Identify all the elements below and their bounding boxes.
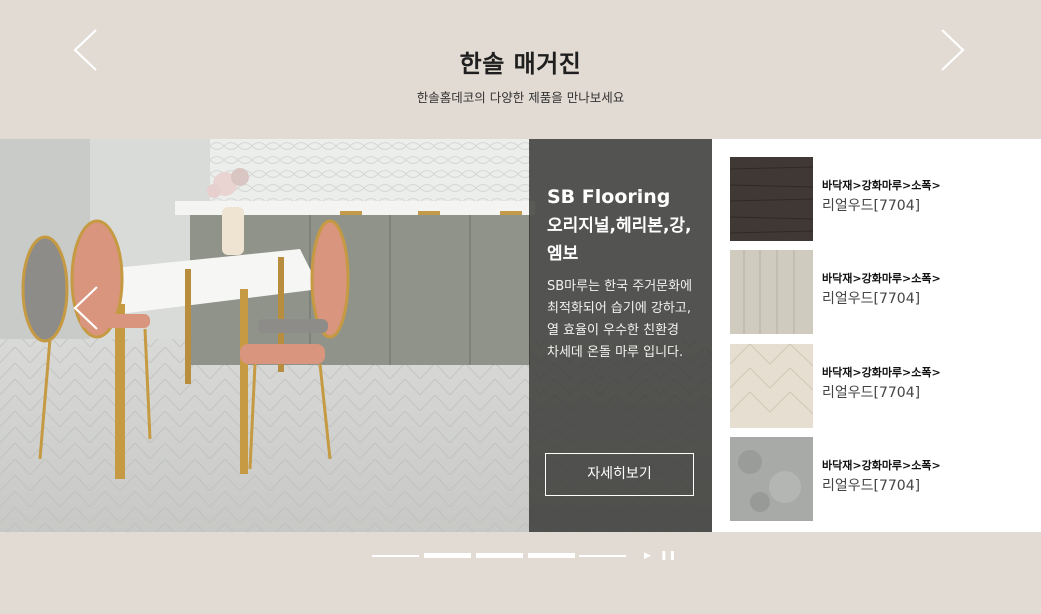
product-swatch (730, 157, 813, 241)
product-name: 리얼우드[7704] (822, 198, 921, 214)
slide-pagination: ▶ ❚❚ (372, 551, 676, 563)
product-item[interactable]: 바닥재>강화마루>소폭> 리얼우드[7704] (730, 157, 1030, 241)
slide-indicator[interactable] (424, 553, 471, 558)
hero-subtitle: 오리지널,헤리본,강,엠보 (547, 216, 692, 264)
product-category: 바닥재>강화마루>소폭> (822, 366, 941, 379)
hero-prev-arrow-icon[interactable] (72, 285, 100, 331)
slide-indicator[interactable] (579, 555, 626, 557)
product-name: 리얼우드[7704] (822, 291, 921, 307)
product-item[interactable]: 바닥재>강화마루>소폭> 리얼우드[7704] (730, 250, 1030, 334)
slide-indicator[interactable] (476, 553, 523, 558)
product-category: 바닥재>강화마루>소폭> (822, 179, 941, 192)
hero-description: SB마루는 한국 주거문화에 최적화되어 습기에 강하고, 열 효율이 우수한 … (547, 279, 693, 360)
next-arrow-icon[interactable] (940, 28, 966, 72)
view-details-button[interactable]: 자세히보기 (545, 453, 694, 496)
play-icon[interactable]: ▶ (644, 551, 651, 561)
page-title: 한솔 매거진 (459, 50, 582, 78)
product-name: 리얼우드[7704] (822, 478, 921, 494)
product-swatch (730, 250, 813, 334)
product-category: 바닥재>강화마루>소폭> (822, 459, 941, 472)
page-subtitle: 한솔홈데코의 다양한 제품을 만나보세요 (416, 90, 625, 105)
slide-indicator[interactable] (372, 555, 419, 557)
product-category: 바닥재>강화마루>소폭> (822, 272, 941, 285)
product-item[interactable]: 바닥재>강화마루>소폭> 리얼우드[7704] (730, 437, 1030, 521)
product-swatch (730, 437, 813, 521)
magazine-header: 한솔 매거진 한솔홈데코의 다양한 제품을 만나보세요 (0, 0, 1041, 139)
hero-brand: SB Flooring (547, 186, 671, 208)
slide-indicator[interactable] (528, 553, 575, 558)
pause-icon[interactable]: ❚❚ (660, 551, 677, 561)
magazine-stage: SB Flooring 오리지널,헤리본,강,엠보 SB마루는 한국 주거문화에… (0, 139, 1041, 532)
product-swatch (730, 344, 813, 428)
product-name: 리얼우드[7704] (822, 385, 921, 401)
hero-overlay: SB Flooring 오리지널,헤리본,강,엠보 SB마루는 한국 주거문화에… (529, 139, 712, 532)
product-item[interactable]: 바닥재>강화마루>소폭> 리얼우드[7704] (730, 344, 1030, 428)
product-list: 바닥재>강화마루>소폭> 리얼우드[7704] 바닥재>강화마루>소폭> 리얼우… (712, 139, 1041, 532)
